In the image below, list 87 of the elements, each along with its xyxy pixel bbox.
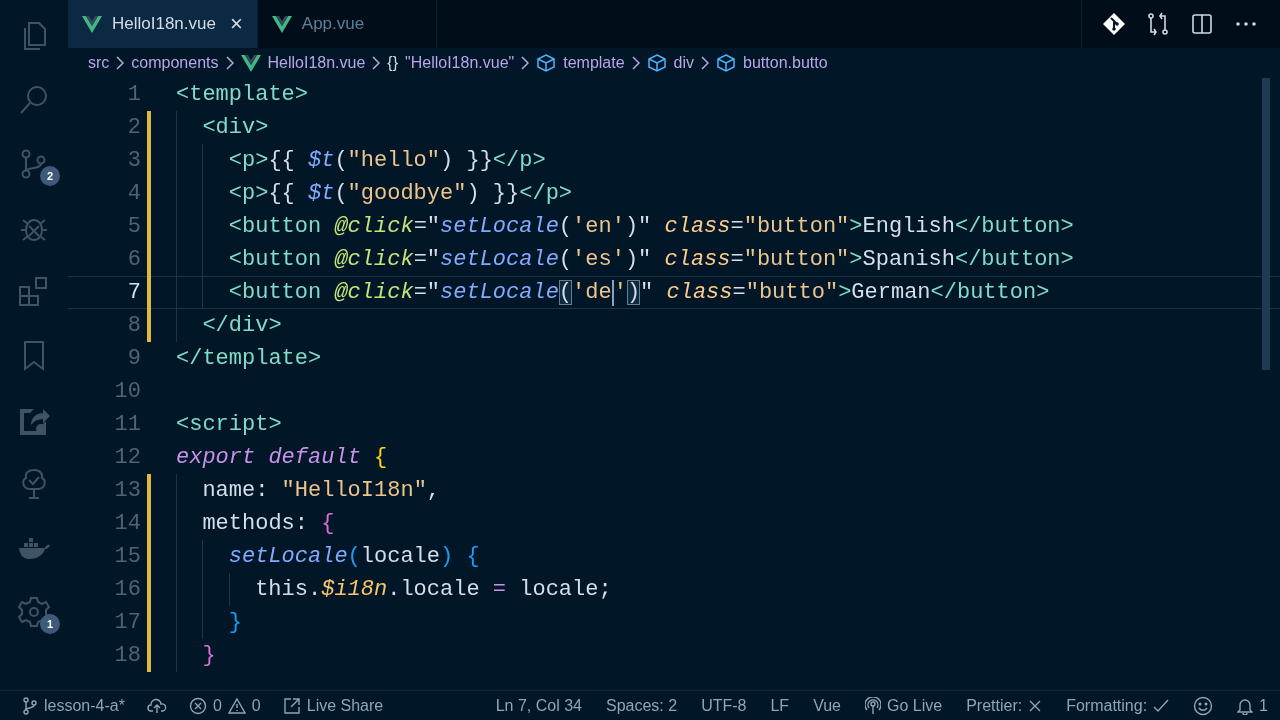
code-line: this.$i18n.locale = locale; — [176, 573, 612, 606]
code-line: <p>{{ $t("goodbye") }}</p> — [176, 177, 573, 210]
code-line: </div> — [176, 309, 282, 342]
vue-icon — [271, 15, 292, 33]
branch-icon — [22, 696, 38, 715]
breadcrumb-item[interactable]: template — [563, 54, 625, 72]
line-number: 1 — [126, 82, 141, 107]
live-share-button[interactable]: Live Share — [306, 696, 384, 715]
line-number: 8 — [126, 313, 141, 338]
line-number: 18 — [113, 643, 141, 668]
status-item[interactable]: Ln 7, Col 34 — [495, 696, 582, 715]
warning-icon — [227, 696, 246, 715]
warning-count[interactable]: 0 — [251, 696, 261, 715]
code-line: <template> — [176, 81, 309, 109]
vue-icon — [240, 54, 261, 72]
notification-count[interactable]: 1 — [1259, 696, 1268, 715]
close-button[interactable]: × — [229, 11, 243, 37]
code-line: methods: { — [176, 507, 335, 540]
vue-icon — [82, 15, 102, 33]
line-number: 12 — [113, 445, 141, 470]
line-number: 3 — [126, 148, 141, 173]
chevron-icon — [631, 56, 640, 70]
settings-icon[interactable] — [17, 595, 51, 629]
branch-name[interactable]: lesson-4-a* — [44, 696, 125, 715]
editor-tab[interactable]: HelloI18n.vue × — [68, 0, 258, 48]
external-link-icon — [282, 696, 301, 715]
scrollbar-thumb[interactable] — [1262, 78, 1270, 370]
bell-icon — [1237, 696, 1254, 715]
breadcrumb-item[interactable]: components — [131, 54, 219, 72]
line-number: 6 — [126, 247, 141, 272]
status-item[interactable]: LF — [770, 696, 790, 715]
chevron-icon — [521, 56, 530, 70]
line-number: 10 — [113, 379, 141, 404]
cube-icon — [646, 53, 667, 73]
breadcrumb-item[interactable]: HelloI18n.vue — [267, 54, 366, 72]
formatting-status[interactable]: Formatting: — [1066, 696, 1148, 715]
line-number: 7 — [126, 280, 141, 305]
smiley-icon[interactable] — [1193, 695, 1214, 716]
code-line: } — [176, 606, 242, 639]
code-line: <div> — [176, 111, 269, 144]
code-line: } — [176, 639, 216, 672]
compare-icon[interactable] — [1146, 12, 1170, 36]
cloud-upload-icon[interactable] — [146, 697, 167, 714]
breadcrumb-item[interactable]: src — [88, 54, 110, 72]
breadcrumb-item[interactable]: button.butto — [743, 54, 828, 72]
count-badge: 2 — [40, 166, 60, 186]
status-item[interactable]: Spaces: 2 — [606, 696, 678, 715]
line-number: 11 — [113, 412, 141, 437]
code-line: name: "HelloI18n", — [176, 474, 441, 507]
chevron-icon — [116, 56, 125, 70]
line-number: 14 — [113, 511, 141, 536]
braces-symbol: {} — [387, 54, 399, 72]
prettier-status[interactable]: Prettier: — [966, 696, 1023, 715]
code-line: <p>{{ $t("hello") }}</p> — [176, 144, 546, 177]
broadcast-icon — [865, 696, 881, 715]
breadcrumb-item[interactable]: "HelloI18n.vue" — [405, 54, 515, 72]
line-number: 2 — [126, 115, 141, 140]
code-line: <script> — [176, 411, 282, 439]
line-number: 9 — [126, 346, 141, 371]
line-number: 17 — [113, 610, 141, 635]
line-number: 5 — [126, 214, 141, 239]
split-editor-icon[interactable] — [1190, 12, 1214, 36]
breadcrumb-item[interactable]: div — [673, 54, 695, 72]
status-item[interactable]: UTF-8 — [701, 696, 747, 715]
line-number: 4 — [126, 181, 141, 206]
count-badge: 1 — [40, 614, 60, 634]
line-number: 13 — [113, 478, 141, 503]
code-line: export default { — [176, 444, 388, 472]
check-icon — [1153, 698, 1170, 713]
chevron-icon — [701, 56, 710, 70]
status-item[interactable]: Vue — [813, 696, 841, 715]
code-line: <button @click="setLocale('es')" class="button">Spanish</button> — [176, 243, 1074, 276]
code-line: setLocale(locale) { — [176, 540, 480, 573]
error-count[interactable]: 0 — [212, 696, 222, 715]
cross-icon — [1028, 698, 1043, 713]
line-number: 15 — [113, 544, 141, 569]
code-line: </template> — [176, 345, 322, 373]
code-line: <button @click="setLocale('en')" class="button">English</button> — [176, 210, 1074, 243]
error-icon — [188, 696, 207, 715]
code-line: <button @click="setLocale('de')" class="butto">German</button> — [176, 276, 1050, 309]
git-icon[interactable] — [1102, 12, 1126, 36]
line-number: 16 — [113, 577, 141, 602]
cube-icon — [716, 53, 737, 73]
chevron-icon — [372, 56, 381, 70]
go-live-button[interactable]: Go Live — [887, 696, 943, 715]
chevron-icon — [225, 56, 234, 70]
cube-icon — [536, 53, 557, 73]
